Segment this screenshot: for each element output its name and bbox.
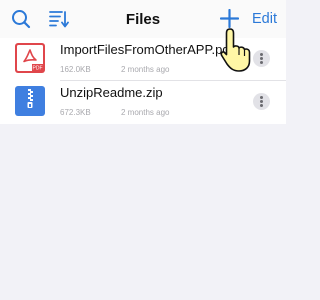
file-date: 2 months ago [121, 108, 170, 117]
zip-file-icon [15, 86, 45, 116]
more-options-button[interactable] [253, 93, 270, 110]
edit-button[interactable]: Edit [252, 11, 277, 27]
file-date: 2 months ago [121, 65, 170, 74]
file-row-zip[interactable]: UnzipReadme.zip 672.3KB 2 months ago [0, 81, 286, 124]
file-size: 672.3KB [60, 108, 91, 117]
more-options-button[interactable] [253, 50, 270, 67]
file-name: ImportFilesFromOtherAPP.pdf [60, 42, 234, 57]
file-size: 162.0KB [60, 65, 91, 74]
file-name: UnzipReadme.zip [60, 85, 163, 100]
pdf-badge-label: PDF [33, 66, 43, 72]
pdf-file-icon: PDF [15, 43, 45, 73]
hand-pointer-icon [220, 28, 251, 72]
